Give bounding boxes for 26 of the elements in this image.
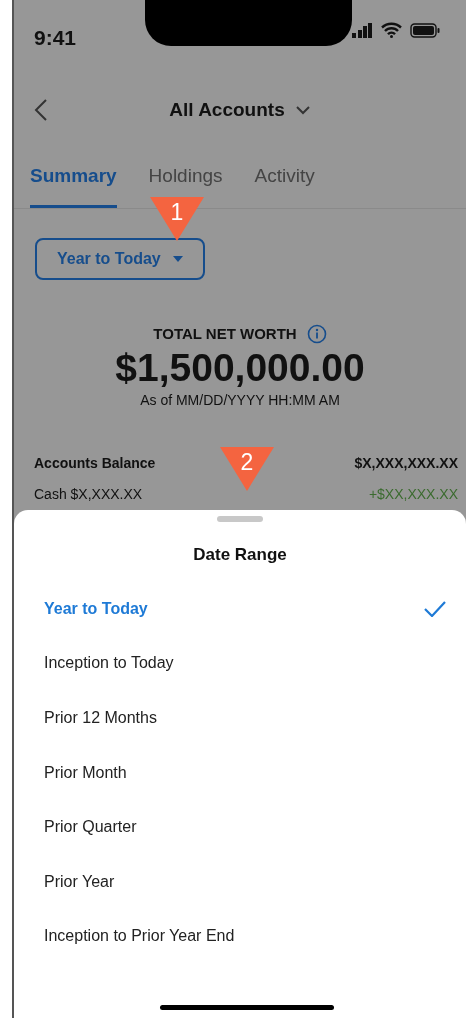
date-range-option[interactable]: Prior Month bbox=[14, 745, 466, 800]
signal-icon bbox=[352, 22, 373, 38]
caret-icon bbox=[172, 255, 183, 262]
date-range-option[interactable]: Inception to Today bbox=[14, 636, 466, 691]
date-range-option[interactable]: Inception to Prior Year End bbox=[14, 909, 466, 964]
balance-label: Accounts Balance bbox=[34, 454, 156, 474]
status-time: 9:41 bbox=[34, 25, 77, 51]
account-selector[interactable]: All Accounts bbox=[169, 95, 285, 125]
back-icon[interactable] bbox=[34, 98, 48, 122]
checkmark-icon bbox=[424, 600, 446, 617]
date-range-option[interactable]: Prior 12 Months bbox=[14, 690, 466, 746]
date-range-option[interactable]: Year to Today bbox=[14, 581, 466, 637]
date-range-option[interactable]: Prior Quarter bbox=[14, 799, 466, 855]
date-range-option[interactable]: Prior Year bbox=[14, 854, 466, 910]
balance-label: Cash $X,XXX.XX bbox=[34, 485, 143, 505]
sheet-title: Date Range bbox=[192, 544, 288, 566]
info-icon[interactable] bbox=[306, 323, 327, 344]
balance-value: +$XX,XXX.XX bbox=[368, 485, 458, 505]
net-worth-amount: $1,500,000.00 bbox=[114, 345, 366, 391]
as-of-timestamp: As of MM/DD/YYYY HH:MM AM bbox=[139, 391, 341, 411]
wifi-icon bbox=[381, 22, 402, 38]
battery-icon bbox=[410, 22, 440, 38]
balance-value: $X,XXX,XXX.XX bbox=[354, 454, 458, 474]
net-worth-label: TOTAL NET WORTH bbox=[153, 323, 297, 344]
sheet-handle[interactable] bbox=[217, 516, 263, 522]
chevron-down-icon[interactable] bbox=[294, 105, 311, 115]
